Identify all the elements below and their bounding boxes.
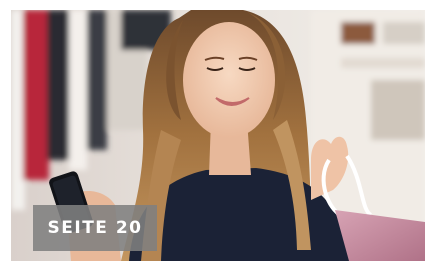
- page-badge[interactable]: SEITE 20: [33, 205, 157, 251]
